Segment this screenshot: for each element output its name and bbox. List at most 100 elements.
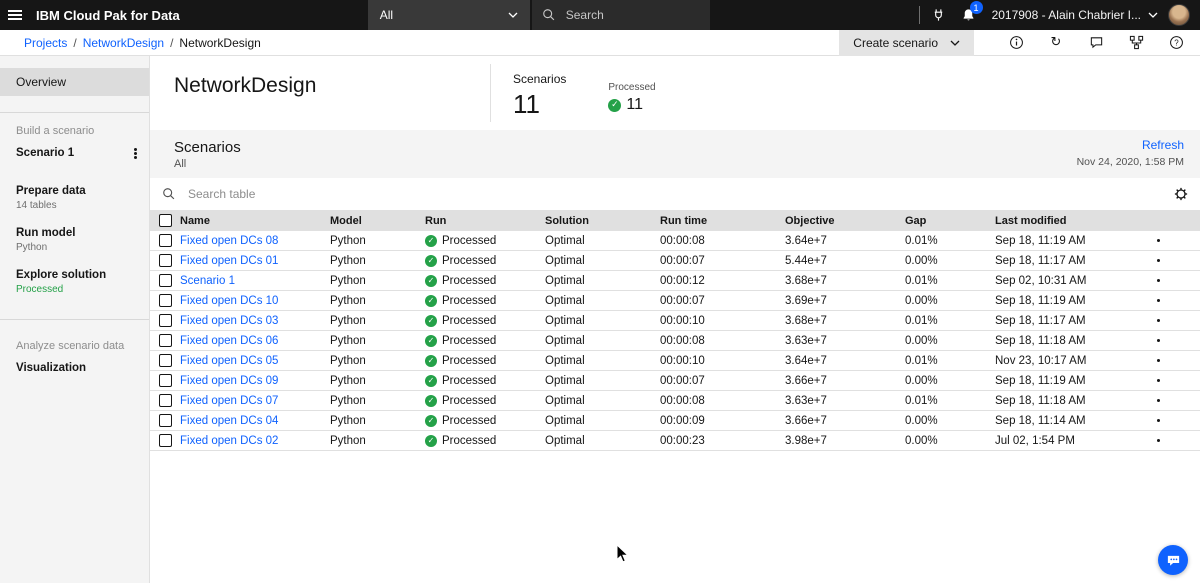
overflow-icon	[1157, 399, 1160, 402]
select-all-checkbox[interactable]	[159, 214, 172, 227]
scope-dropdown[interactable]: All	[367, 0, 530, 30]
column-header-run-time[interactable]: Run time	[660, 215, 785, 227]
scenario-link[interactable]: Scenario 1	[180, 275, 330, 287]
row-overflow-menu[interactable]	[1145, 319, 1200, 322]
row-overflow-menu[interactable]	[1145, 279, 1200, 282]
scenario-link[interactable]: Fixed open DCs 03	[180, 315, 330, 327]
hamburger-menu-icon[interactable]	[0, 0, 30, 30]
objective-value: 3.68e+7	[785, 314, 827, 327]
row-select-cell	[150, 414, 180, 427]
scenario-stats: Scenarios 11 Processed ✓ 11	[490, 64, 656, 122]
model-value: Python	[330, 394, 366, 407]
row-select-cell	[150, 374, 180, 387]
refresh-link[interactable]: Refresh	[1142, 138, 1184, 152]
column-header-name[interactable]: Name	[180, 215, 330, 227]
sidebar-item-explore-solution[interactable]: Explore solution Processed	[0, 269, 149, 295]
model-value: Python	[330, 354, 366, 367]
objective-value: 3.66e+7	[785, 414, 827, 427]
sidebar-section-build: Build a scenario	[16, 125, 95, 137]
row-checkbox[interactable]	[159, 314, 172, 327]
row-overflow-menu[interactable]	[1145, 379, 1200, 382]
row-select-cell	[150, 334, 180, 347]
sidebar-item-scenario[interactable]: Scenario 1	[0, 147, 149, 159]
breadcrumb-projects[interactable]: Projects	[24, 36, 67, 50]
scenario-link[interactable]: Fixed open DCs 02	[180, 435, 330, 447]
sidebar-item-run-model[interactable]: Run model Python	[0, 227, 149, 253]
objective-value: 3.66e+7	[785, 374, 827, 387]
create-scenario-button[interactable]: Create scenario	[839, 29, 974, 56]
search-icon	[163, 188, 175, 200]
chat-launcher-button[interactable]	[1158, 545, 1188, 575]
run-status-label: Processed	[442, 294, 497, 307]
column-header-solution[interactable]: Solution	[545, 215, 660, 227]
run-status-label: Processed	[442, 314, 497, 327]
scenario-link[interactable]: Fixed open DCs 04	[180, 415, 330, 427]
explore-solution-title: Explore solution	[16, 269, 107, 281]
global-search-input[interactable]	[563, 7, 684, 23]
notifications-button[interactable]: 1	[954, 0, 984, 30]
row-checkbox[interactable]	[159, 414, 172, 427]
sidebar-item-overview[interactable]: Overview	[0, 68, 149, 96]
row-overflow-menu[interactable]	[1145, 299, 1200, 302]
row-select-cell	[150, 234, 180, 247]
breadcrumb-project[interactable]: NetworkDesign	[83, 36, 164, 50]
row-overflow-menu[interactable]	[1145, 259, 1200, 262]
history-button[interactable]: ↻	[1036, 30, 1076, 56]
scenario-link[interactable]: Fixed open DCs 01	[180, 255, 330, 267]
refresh-timestamp: Nov 24, 2020, 1:58 PM	[1076, 156, 1184, 168]
overflow-icon	[1157, 419, 1160, 422]
row-overflow-menu[interactable]	[1145, 419, 1200, 422]
scenario-link[interactable]: Fixed open DCs 07	[180, 395, 330, 407]
table-row: Fixed open DCs 03 Python ✓ Processed Optimal…	[150, 311, 1200, 331]
row-checkbox[interactable]	[159, 274, 172, 287]
run-status-label: Processed	[442, 254, 497, 267]
scenarios-stat-label: Scenarios	[513, 72, 567, 86]
row-overflow-menu[interactable]	[1145, 399, 1200, 402]
row-overflow-menu[interactable]	[1145, 339, 1200, 342]
scenarios-stat-count: 11	[513, 89, 540, 119]
row-overflow-menu[interactable]	[1145, 439, 1200, 442]
column-header-run[interactable]: Run	[425, 215, 545, 227]
model-value: Python	[330, 314, 366, 327]
column-header-gap[interactable]: Gap	[905, 215, 995, 227]
comment-icon	[1090, 37, 1102, 49]
row-overflow-menu[interactable]	[1145, 359, 1200, 362]
table-search-input[interactable]	[186, 186, 486, 202]
row-checkbox[interactable]	[159, 334, 172, 347]
account-menu[interactable]: 2017908 - Alain Chabrier I...	[992, 8, 1158, 22]
scenario-link[interactable]: Fixed open DCs 10	[180, 295, 330, 307]
scenario-link[interactable]: Fixed open DCs 05	[180, 355, 330, 367]
run-time-value: 00:00:07	[660, 374, 705, 387]
row-checkbox[interactable]	[159, 434, 172, 447]
column-header-last-modified[interactable]: Last modified	[995, 215, 1145, 227]
overflow-icon[interactable]	[134, 151, 137, 155]
row-select-cell	[150, 274, 180, 287]
comments-button[interactable]	[1076, 30, 1116, 56]
row-checkbox[interactable]	[159, 394, 172, 407]
row-overflow-menu[interactable]	[1145, 239, 1200, 242]
run-time-value: 00:00:23	[660, 434, 705, 447]
chevron-down-icon	[1148, 12, 1158, 18]
breadcrumb-separator: /	[73, 35, 77, 50]
overflow-icon	[1157, 439, 1160, 442]
help-button[interactable]: ?	[1156, 30, 1196, 56]
avatar[interactable]	[1168, 4, 1190, 26]
scenario-link[interactable]: Fixed open DCs 09	[180, 375, 330, 387]
column-header-model[interactable]: Model	[330, 215, 425, 227]
solution-value: Optimal	[545, 274, 585, 287]
column-header-objective[interactable]: Objective	[785, 215, 905, 227]
scenario-link[interactable]: Fixed open DCs 06	[180, 335, 330, 347]
plug-icon[interactable]	[924, 0, 954, 30]
scenario-link[interactable]: Fixed open DCs 08	[180, 235, 330, 247]
sidebar-item-prepare-data[interactable]: Prepare data 14 tables	[0, 185, 149, 211]
row-checkbox[interactable]	[159, 254, 172, 267]
table-settings-button[interactable]	[1174, 187, 1188, 201]
info-button[interactable]	[996, 30, 1036, 56]
model-value: Python	[330, 234, 366, 247]
row-checkbox[interactable]	[159, 234, 172, 247]
row-checkbox[interactable]	[159, 294, 172, 307]
flow-button[interactable]	[1116, 30, 1156, 56]
sidebar-item-visualization[interactable]: Visualization	[0, 362, 149, 374]
row-checkbox[interactable]	[159, 374, 172, 387]
row-checkbox[interactable]	[159, 354, 172, 367]
